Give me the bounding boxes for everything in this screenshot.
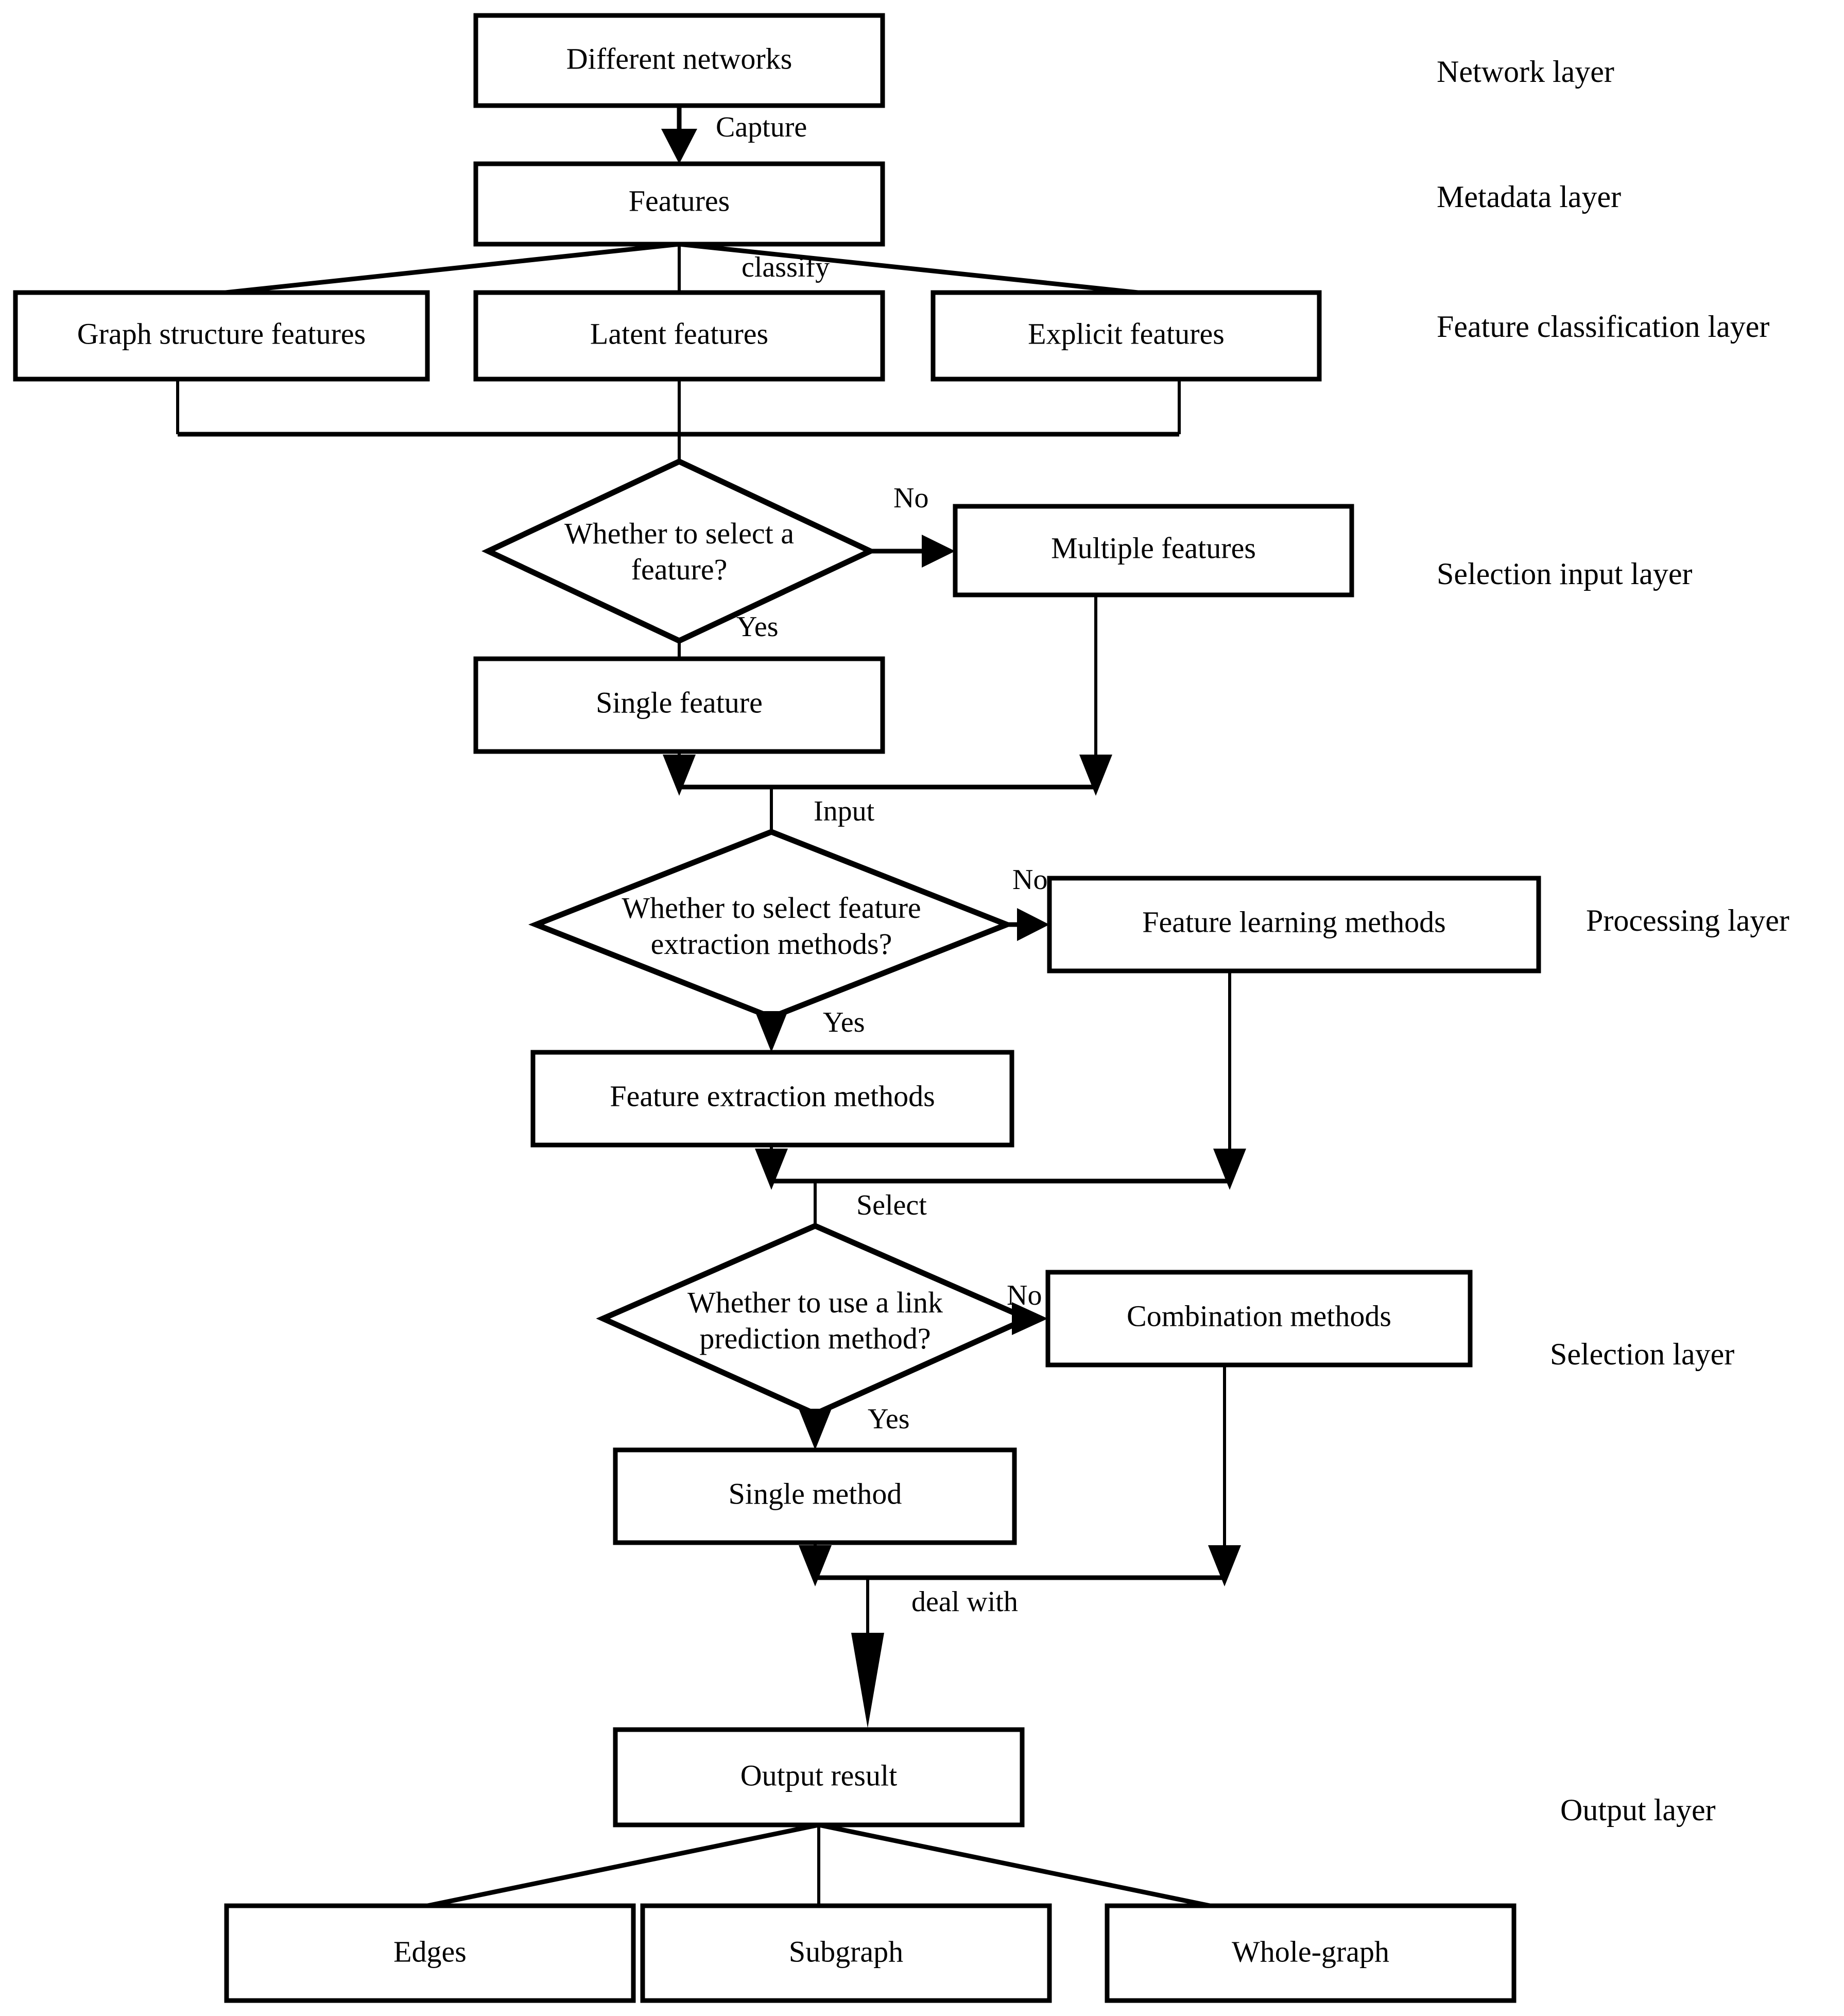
subgraph-label: Subgraph (789, 1935, 903, 1968)
edge-yes-3: Yes (799, 1403, 909, 1450)
node-subgraph[interactable]: Subgraph (640, 1903, 1052, 2003)
node-single-feature[interactable]: Single feature (473, 656, 885, 754)
edge-no-3: No (1007, 1279, 1048, 1335)
single-feature-label: Single feature (596, 686, 763, 719)
classify-label: classify (742, 251, 830, 283)
decision-link-prediction-diamond[interactable] (596, 1222, 1035, 1417)
node-decision-select-feature[interactable]: Whether to select a feature? (481, 458, 877, 644)
node-single-method[interactable]: Single method (613, 1447, 1017, 1545)
node-different-networks[interactable]: Different networks (473, 13, 885, 108)
edge-no-1: No (870, 482, 955, 568)
edges-label: Edges (393, 1935, 467, 1968)
output-fanout-left (427, 1822, 819, 1908)
feature-extraction-methods-label: Feature extraction methods (610, 1079, 935, 1113)
dealwith-merge-left-arrow (799, 1545, 832, 1586)
decision-extraction-diamond[interactable] (528, 829, 1015, 1020)
no-2-arrow-head (1017, 908, 1049, 941)
yes-3-label: Yes (868, 1403, 909, 1435)
decision-select-feature-diamond[interactable] (481, 458, 877, 644)
node-edges[interactable]: Edges (224, 1903, 636, 2003)
classify-branch-left (225, 242, 680, 295)
flowchart-svg: Different networks Capture Features clas… (13, 13, 1789, 2003)
latent-features-label: Latent features (590, 317, 768, 350)
layer-label-network: Network layer (1437, 55, 1614, 89)
edge-no-2: No (1007, 864, 1049, 941)
select-merge-left-arrow (755, 1149, 788, 1190)
select-label: Select (856, 1189, 927, 1221)
flowchart-canvas: Different networks Capture Features clas… (0, 0, 1844, 2016)
no-1-label: No (893, 482, 928, 514)
edge-capture: Capture (661, 106, 807, 164)
capture-label: Capture (716, 111, 807, 143)
decision-extraction-line2: extraction methods? (651, 927, 892, 961)
no-2-label: No (1012, 864, 1047, 896)
node-feature-learning-methods[interactable]: Feature learning methods (1047, 876, 1541, 973)
node-output-result[interactable]: Output result (613, 1727, 1025, 1827)
node-graph-structure-features[interactable]: Graph structure features (13, 290, 430, 382)
decision-extraction-line1: Whether to select feature (622, 891, 921, 925)
multiple-features-label: Multiple features (1051, 531, 1256, 565)
yes-2-arrow-head (755, 1011, 788, 1052)
node-feature-extraction-methods[interactable]: Feature extraction methods (530, 1050, 1014, 1148)
node-decision-link-prediction[interactable]: Whether to use a link prediction method? (596, 1222, 1035, 1417)
whole-graph-label: Whole-graph (1232, 1935, 1389, 1968)
layer-label-metadata: Metadata layer (1437, 180, 1621, 214)
edge-output-fanout (427, 1822, 1211, 1908)
features-label: Features (629, 184, 730, 217)
node-features[interactable]: Features (473, 161, 885, 247)
different-networks-label: Different networks (566, 42, 792, 75)
node-whole-graph[interactable]: Whole-graph (1105, 1903, 1516, 2003)
input-merge-right-arrow (1079, 755, 1112, 796)
output-result-label: Output result (740, 1758, 897, 1792)
feature-learning-methods-label: Feature learning methods (1142, 905, 1446, 938)
yes-2-label: Yes (823, 1006, 865, 1038)
no-3-label: No (1007, 1279, 1042, 1311)
output-fanout-right (818, 1822, 1211, 1908)
edge-yes-2: Yes (755, 1006, 865, 1052)
layer-label-processing: Processing layer (1586, 903, 1789, 937)
input-merge-left-arrow (663, 755, 696, 796)
node-multiple-features[interactable]: Multiple features (953, 504, 1354, 597)
layer-label-output: Output layer (1560, 1793, 1716, 1827)
layer-label-selection-input: Selection input layer (1437, 557, 1693, 591)
edge-classify: classify (225, 242, 1139, 295)
layer-label-selection: Selection layer (1550, 1337, 1734, 1371)
node-combination-methods[interactable]: Combination methods (1045, 1270, 1473, 1368)
node-explicit-features[interactable]: Explicit features (930, 290, 1322, 382)
explicit-features-label: Explicit features (1028, 317, 1225, 350)
dealwith-merge-right-arrow (1208, 1545, 1241, 1586)
select-merge-right-arrow (1213, 1149, 1246, 1190)
graph-structure-features-label: Graph structure features (77, 317, 366, 350)
deal-with-label: deal with (911, 1586, 1018, 1618)
yes-1-label: Yes (736, 611, 778, 643)
dealwith-arrow-head (851, 1633, 884, 1728)
decision-select-feature-line2: feature? (631, 553, 728, 586)
capture-arrow-head (661, 129, 697, 164)
edge-dealwith-merge: deal with (799, 1365, 1241, 1728)
decision-select-feature-line1: Whether to select a (564, 517, 794, 550)
no-1-arrow-head (922, 535, 955, 568)
node-latent-features[interactable]: Latent features (473, 290, 885, 382)
input-label: Input (814, 795, 875, 827)
node-decision-extraction[interactable]: Whether to select feature extraction met… (528, 829, 1015, 1020)
decision-link-prediction-line1: Whether to use a link (687, 1286, 943, 1319)
single-method-label: Single method (729, 1477, 902, 1510)
layer-label-feature-classification: Feature classification layer (1437, 310, 1769, 344)
combination-methods-label: Combination methods (1127, 1299, 1391, 1332)
decision-link-prediction-line2: prediction method? (699, 1322, 930, 1355)
yes-3-arrow-head (799, 1409, 832, 1450)
